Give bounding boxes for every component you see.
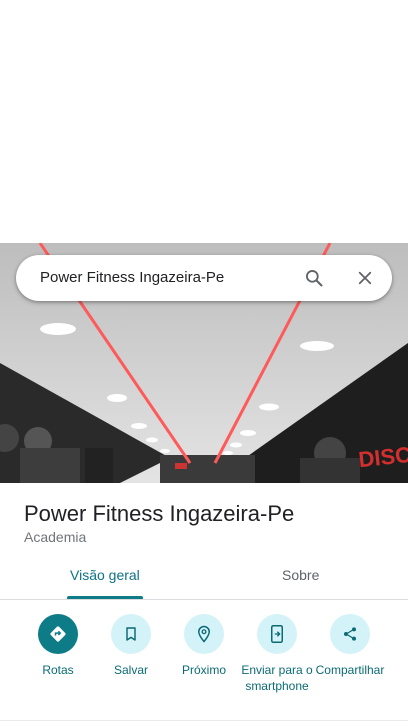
place-title: Power Fitness Ingazeira-Pe [24, 501, 295, 526]
tabs-divider [0, 599, 408, 600]
directions-icon [38, 614, 78, 654]
place-category: Academia [24, 529, 87, 545]
nearby-label: Próximo [181, 663, 226, 677]
tab-about[interactable]: Sobre [282, 567, 319, 599]
save-button[interactable]: Salvar [91, 614, 171, 678]
search-input[interactable]: Power Fitness Ingazeira-Pe [40, 255, 224, 301]
search-bar[interactable]: Power Fitness Ingazeira-Pe [16, 255, 392, 301]
save-label: Salvar [113, 663, 148, 677]
sheet-bottom-divider [0, 720, 408, 721]
place-sheet: Power Fitness Ingazeira-Pe Academia Visã… [0, 483, 408, 726]
bookmark-icon [111, 614, 151, 654]
share-button[interactable]: Compartilhar [310, 614, 390, 678]
search-icon[interactable] [300, 264, 328, 292]
share-icon [330, 614, 370, 654]
tab-overview[interactable]: Visão geral [70, 567, 140, 599]
send-to-phone-button[interactable]: Enviar para o smartphone [237, 614, 317, 694]
directions-button[interactable]: Rotas [18, 614, 98, 678]
close-icon[interactable] [351, 264, 379, 292]
share-label: Compartilhar [315, 663, 385, 677]
send-to-phone-icon [257, 614, 297, 654]
nearby-icon [184, 614, 224, 654]
directions-label: Rotas [42, 663, 74, 677]
send-to-phone-label: Enviar para o smartphone [241, 663, 313, 693]
nearby-button[interactable]: Próximo [164, 614, 244, 678]
